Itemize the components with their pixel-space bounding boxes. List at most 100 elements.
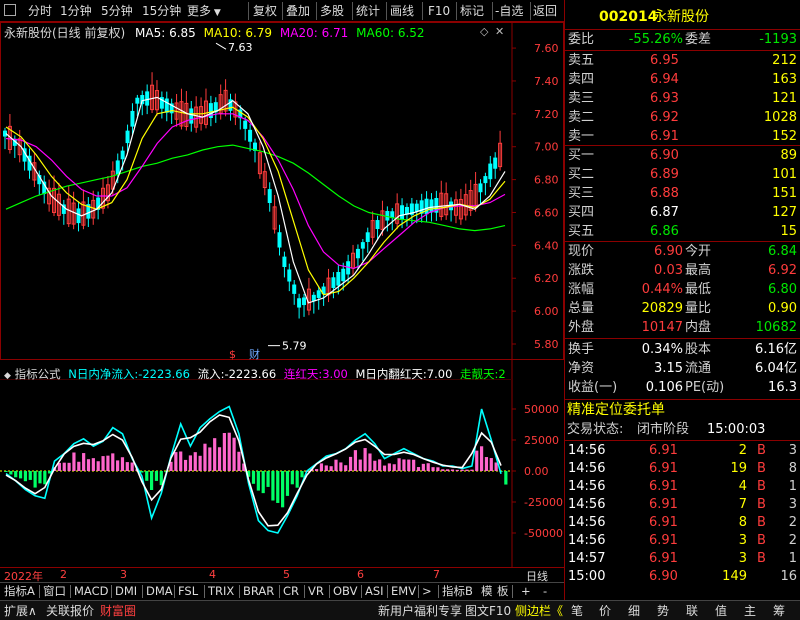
tab-tick-detail[interactable]: 笔 xyxy=(571,603,583,619)
flow-bar xyxy=(460,469,464,471)
tab-main[interactable]: 主 xyxy=(744,603,756,619)
indicator-name[interactable]: 指标公式 xyxy=(15,367,61,381)
tick-count: 1 xyxy=(788,479,797,494)
tick-row: 14:56 6.91 4 B 1 xyxy=(565,478,800,496)
ask-level-row: 卖四 6.94 163 xyxy=(565,71,800,89)
flow-bar xyxy=(227,432,231,471)
tab-emv[interactable]: EMV xyxy=(388,584,419,599)
ask-level-volume: 152 xyxy=(772,129,797,144)
period-15min-tab[interactable]: 15分钟 xyxy=(142,3,181,19)
candle-body xyxy=(419,200,424,214)
tab-vr[interactable]: VR xyxy=(305,584,327,599)
ask-level-label: 卖一 xyxy=(568,129,595,144)
ask-level-row: 卖三 6.93 121 xyxy=(565,90,800,108)
ask-level-label: 卖二 xyxy=(568,110,595,125)
candle-body xyxy=(76,208,81,224)
stat2-label-left: 收益(一) xyxy=(568,380,618,395)
tab-fsl[interactable]: FSL xyxy=(175,584,201,599)
sidebar-toggle-button[interactable]: 侧边栏《 xyxy=(515,603,563,619)
candle-body xyxy=(282,256,287,267)
window-box-icon[interactable] xyxy=(4,4,16,16)
related-quote-button[interactable]: 关联报价 xyxy=(46,603,94,619)
draw-line-button[interactable]: 画线 xyxy=(390,3,414,19)
tick-time: 14:56 xyxy=(568,515,606,530)
tab-macd[interactable]: MACD xyxy=(71,584,111,599)
kline-chart[interactable]: 7.60 7.40 7.20 7.00 6.80 6.60 6.40 6.20 6.00 5.80… xyxy=(0,22,564,568)
adjust-button[interactable]: 复权 xyxy=(253,3,277,19)
period-minute-tab[interactable]: 分时 xyxy=(28,3,52,19)
tab-obv[interactable]: OBV xyxy=(330,584,360,599)
tick-row: 15:00 6.90 149 16 xyxy=(565,568,800,586)
zoom-in-button[interactable]: + xyxy=(518,584,534,599)
tick-price: 6.91 xyxy=(649,533,678,548)
tab-linked[interactable]: 联 xyxy=(686,603,698,619)
expand-button[interactable]: 扩展∧ xyxy=(4,603,37,619)
tick-price: 6.91 xyxy=(649,479,678,494)
flow-bar xyxy=(101,456,105,471)
tab-cr[interactable]: CR xyxy=(280,584,302,599)
price-tick-label: 7.00 xyxy=(534,141,559,154)
tab-template-2[interactable]: 板 xyxy=(494,584,512,599)
flow-bar xyxy=(494,462,498,471)
flow-bar xyxy=(436,467,440,471)
period-5min-tab[interactable]: 5分钟 xyxy=(101,3,133,19)
stat-label-right: 今开 xyxy=(685,244,712,259)
close-icon[interactable]: ✕ xyxy=(495,25,504,38)
bid-level-price: 6.86 xyxy=(650,224,679,239)
mark-button[interactable]: 标记 xyxy=(460,3,484,19)
ask-level-row: 卖五 6.95 212 xyxy=(565,52,800,70)
overlay-button[interactable]: 叠加 xyxy=(286,3,310,19)
back-button[interactable]: 返回 xyxy=(533,3,557,19)
candle-body xyxy=(478,183,483,193)
tab-template-1[interactable]: 模 xyxy=(478,584,496,599)
flow-bar xyxy=(77,461,81,471)
precise-order-link[interactable]: 精准定位委托单 xyxy=(567,401,665,419)
wealth-circle-button[interactable]: 财富圈 xyxy=(100,603,136,619)
tab-asi[interactable]: ASI xyxy=(362,584,387,599)
flow-bar xyxy=(38,471,42,484)
tab-trend[interactable]: 势 xyxy=(657,603,669,619)
f10-button[interactable]: F10 xyxy=(428,3,450,19)
tab-more-arrow[interactable]: > xyxy=(419,584,435,599)
diamond-icon[interactable]: ◇ xyxy=(480,25,488,38)
flow-bar xyxy=(18,471,23,479)
period-1min-tab[interactable]: 1分钟 xyxy=(60,3,92,19)
tab-window[interactable]: 窗口 xyxy=(40,584,69,599)
ask-level-price: 6.94 xyxy=(650,72,679,87)
tab-detail[interactable]: 细 xyxy=(628,603,640,619)
tick-time: 14:56 xyxy=(568,443,606,458)
new-user-benefit-link[interactable]: 新用户福利专享 xyxy=(378,603,462,619)
order-diff-value: -1193 xyxy=(759,32,797,47)
tick-volume: 19 xyxy=(730,461,747,476)
flow-bar xyxy=(237,451,241,471)
flow-bar xyxy=(145,471,149,481)
tab-dmi[interactable]: DMI xyxy=(112,584,140,599)
tab-indicator-b[interactable]: 指标B xyxy=(439,584,476,599)
f10-graphic-button[interactable]: 图文F10 xyxy=(465,603,511,619)
flow-bar xyxy=(149,471,154,490)
tick-time: 14:57 xyxy=(568,551,606,566)
zoom-out-button[interactable]: - xyxy=(540,584,550,599)
tick-price: 6.91 xyxy=(649,515,678,530)
tab-value[interactable]: 值 xyxy=(715,603,727,619)
ask-level-volume: 163 xyxy=(772,72,797,87)
flow-bar xyxy=(125,462,129,471)
tab-brar[interactable]: BRAR xyxy=(240,584,277,599)
ask-level-row: 卖二 6.92 1028 xyxy=(565,109,800,127)
stat-row: 涨幅 0.44% 最低 6.80 xyxy=(565,281,800,299)
kline-chart-area[interactable]: 7.60 7.40 7.20 7.00 6.80 6.60 6.40 6.20 6.00 5.80… xyxy=(0,22,564,568)
tab-dma[interactable]: DMA xyxy=(143,584,176,599)
remove-watchlist-button[interactable]: -自选 xyxy=(495,3,523,19)
tab-trix[interactable]: TRIX xyxy=(205,584,237,599)
period-more-menu[interactable]: 更多 ▼ xyxy=(187,3,221,19)
tab-indicator-a[interactable]: 指标A xyxy=(1,584,38,599)
statistics-button[interactable]: 统计 xyxy=(356,3,380,19)
tab-price[interactable]: 价 xyxy=(599,603,611,619)
multi-stock-button[interactable]: 多股 xyxy=(320,3,344,19)
tick-count: 3 xyxy=(788,497,797,512)
tab-chips[interactable]: 筹 xyxy=(773,603,785,619)
indicator-tick-label: 50000 xyxy=(524,403,559,416)
trade-state-value: 闭市阶段 xyxy=(637,422,690,437)
flow-bar xyxy=(130,462,134,471)
indicator-expand-icon[interactable]: ◆ xyxy=(4,371,11,381)
